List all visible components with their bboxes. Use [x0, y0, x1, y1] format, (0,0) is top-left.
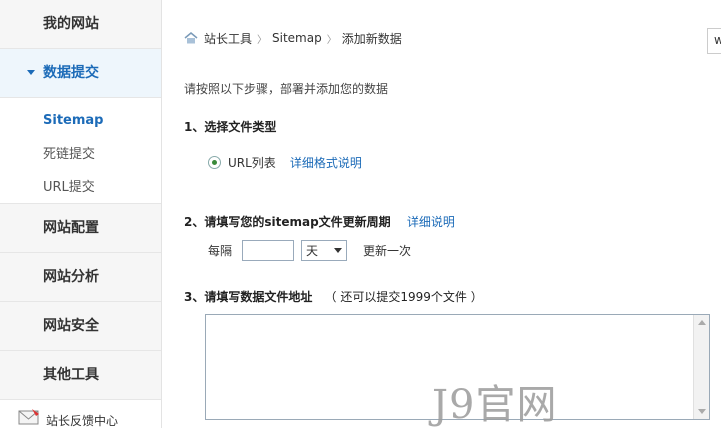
textarea-scrollbar[interactable]	[693, 315, 709, 419]
breadcrumb: 站长工具 〉 Sitemap 〉 添加新数据	[184, 30, 402, 46]
sidebar-item-site-config[interactable]: 网站配置	[0, 204, 161, 253]
sidebar-sub-item-url-submit[interactable]: URL提交	[43, 176, 95, 195]
sidebar-sub-list: Sitemap 死链提交 URL提交	[0, 98, 161, 204]
sidebar-item-label: 网站配置	[43, 220, 99, 236]
chevron-right-icon: 〉	[326, 34, 337, 46]
site-select-input[interactable]: w	[707, 28, 721, 54]
sidebar-item-my-sites[interactable]: 我的网站	[0, 0, 161, 49]
intro-text: 请按照以下步骤，部署并添加您的数据	[184, 82, 389, 96]
sidebar-item-label: 网站分析	[43, 269, 99, 285]
sidebar-item-site-security[interactable]: 网站安全	[0, 302, 161, 351]
sidebar-item-label: 数据提交	[43, 65, 99, 81]
mail-icon	[18, 409, 39, 425]
breadcrumb-item-tools[interactable]: 站长工具	[204, 30, 252, 47]
dropdown-arrow-icon	[334, 248, 343, 253]
sidebar-item-label: 我的网站	[43, 16, 99, 32]
breadcrumb-item-sitemap[interactable]: Sitemap	[272, 31, 322, 45]
breadcrumb-item-current: 添加新数据	[341, 31, 402, 46]
sidebar-item-label: 其他工具	[43, 367, 99, 383]
feedback-label[interactable]: 站长反馈中心	[46, 412, 118, 428]
scroll-down-arrow-icon[interactable]	[698, 409, 706, 414]
sidebar-item-other-tools[interactable]: 其他工具	[0, 351, 161, 400]
sidebar-item-label: 网站安全	[43, 318, 99, 334]
step2-title-text: 2、请填写您的sitemap文件更新周期	[184, 215, 391, 229]
sidebar-item-data-submit[interactable]: 数据提交	[0, 49, 161, 98]
main-content: 站长工具 〉 Sitemap 〉 添加新数据 w 请按照以下步骤，部署并添加您的…	[162, 0, 721, 428]
step1-title: 1、选择文件类型	[184, 120, 277, 134]
frequency-help-link[interactable]: 详细说明	[407, 215, 455, 229]
frequency-unit-select[interactable]: 天	[301, 240, 348, 261]
option-label-url-list[interactable]: URL列表	[228, 154, 276, 171]
format-help-link[interactable]: 详细格式说明	[290, 154, 362, 171]
frequency-prefix: 每隔	[208, 244, 233, 258]
sidebar-sub-item-sitemap[interactable]: Sitemap	[43, 113, 103, 128]
scroll-up-arrow-icon[interactable]	[698, 320, 706, 325]
sidebar-sub-item-dead-links[interactable]: 死链提交	[43, 143, 95, 162]
sidebar-item-site-analysis[interactable]: 网站分析	[0, 253, 161, 302]
caret-down-icon	[27, 70, 35, 75]
step2-title: 2、请填写您的sitemap文件更新周期 详细说明	[184, 213, 455, 230]
sidebar: 我的网站 数据提交 Sitemap 死链提交 URL提交 网站配置 网站分析 网…	[0, 0, 162, 428]
step3-title-text: 3、请填写数据文件地址	[184, 290, 313, 304]
frequency-row: 每隔 天 更新一次	[208, 240, 411, 261]
step3-note: （ 还可以提交1999个文件 ）	[324, 290, 483, 304]
file-type-option[interactable]: URL列表 详细格式说明	[208, 154, 362, 171]
radio-button-selected[interactable]	[208, 156, 221, 169]
home-icon[interactable]	[184, 32, 198, 44]
step3-title: 3、请填写数据文件地址 （ 还可以提交1999个文件 ）	[184, 288, 483, 305]
watermark: J9官网	[432, 382, 558, 428]
chevron-right-icon: 〉	[257, 34, 268, 46]
frequency-input[interactable]	[242, 240, 295, 261]
frequency-suffix: 更新一次	[363, 244, 412, 258]
frequency-unit-value: 天	[306, 244, 319, 258]
